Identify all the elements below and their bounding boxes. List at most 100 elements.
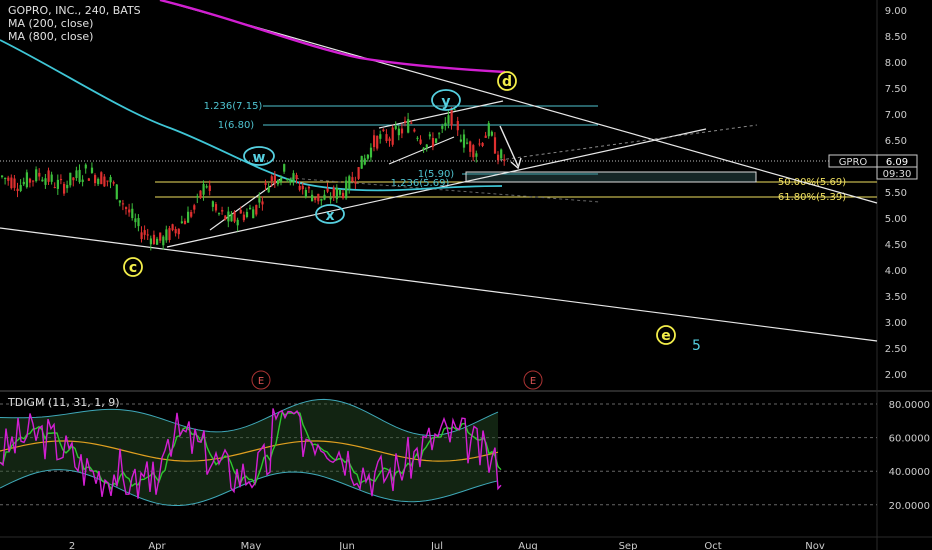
candle-body [273,175,276,184]
time-tick: May [241,541,262,550]
time-tick: Apr [148,541,166,550]
candle-body [493,137,497,154]
candle-body [342,192,345,199]
candle-body [379,134,382,139]
candle-body [134,218,137,223]
candle-body [224,215,227,220]
price-tick: 2.50 [885,344,907,355]
ma200-line [0,39,503,192]
candle-body [146,234,149,236]
candle-body [152,234,156,245]
osc-tick: 20.0000 [889,501,930,512]
candle-body [143,230,146,235]
candle-body [125,207,128,210]
candle-body [4,177,7,180]
candle-body [391,127,394,145]
wave-label: x [325,208,334,224]
candle-body [187,211,190,223]
candle-body [41,179,44,182]
candle-body [131,208,134,219]
candle-body [230,213,233,222]
candle-body [258,198,261,203]
candle-body [475,153,478,157]
candle-body [13,178,16,188]
price-tick: 3.00 [885,318,907,329]
candle-body [121,203,125,205]
candle-body [317,193,320,202]
candle-body [87,178,90,181]
candle-body [236,219,239,226]
candle-body [428,134,431,137]
price-tick: 4.00 [885,266,907,277]
candle-body [466,142,469,144]
price-tick: 2.00 [885,370,907,381]
candle-body [242,214,245,221]
candle-body [478,143,481,145]
candle-body [462,134,466,148]
price-tick: 5.00 [885,214,907,225]
price-tick: 3.50 [885,292,907,303]
candle-body [137,218,140,227]
candle-body [456,121,459,131]
candle-body [106,180,109,182]
candle-body [19,185,22,191]
candle-body [447,115,450,124]
candle-body [227,211,230,222]
candle-body [490,131,493,136]
time-tick: Jul [430,541,443,550]
candle-body [174,229,177,234]
candle-body [419,139,422,144]
candle-body [298,185,301,190]
symbol-header: GOPRO, INC., 240, BATS [8,4,141,17]
candle-body [165,229,168,241]
fib-label: 1.236(7.15) [204,101,263,112]
candle-body [168,228,171,240]
candle-body [335,187,338,200]
candle-body [329,197,332,200]
time-tick: Oct [704,541,721,550]
candle-body [193,205,196,210]
candle-body [338,189,342,195]
candle-body [354,181,357,184]
chart-canvas[interactable]: 9.008.508.007.507.006.506.005.505.004.50… [0,0,932,550]
osc-tick: 40.0000 [889,467,930,478]
candle-body [283,164,286,172]
candle-body [90,167,94,173]
candle-body [66,184,69,189]
candle-body [75,170,78,178]
candle-body [484,135,487,138]
candle-body [363,158,366,165]
ticker-badge-text: GPRO [839,157,868,168]
candle-body [28,178,32,183]
earnings-label: E [530,376,536,387]
candle-body [233,211,236,222]
candle-body [304,189,307,198]
candle-body [459,139,462,142]
candle-body [410,122,413,124]
candle-body [47,170,50,182]
candle-body [366,154,369,159]
price-tick: 4.50 [885,240,907,251]
candle-body [7,177,10,181]
candle-body [264,183,267,185]
candle-body [438,133,441,135]
candle-body [292,173,295,183]
projection-dashed-line [499,124,758,161]
candle-body [435,138,438,143]
ma200-legend: MA (200, close) [8,17,94,30]
candle-body [183,220,187,225]
candle-body [94,175,97,184]
candle-body [404,120,407,123]
candle-body [323,194,326,200]
candle-body [388,138,391,142]
wave-label: e [661,328,671,344]
candle-body [239,209,242,214]
fib-label: 61.80%(5.39) [778,192,846,203]
price-tick: 8.50 [885,32,907,43]
candle-body [351,177,354,182]
candle-body [416,137,419,139]
candle-body [103,176,106,187]
candle-body [407,119,410,133]
candle-body [397,128,400,136]
price-tick: 7.00 [885,110,907,121]
